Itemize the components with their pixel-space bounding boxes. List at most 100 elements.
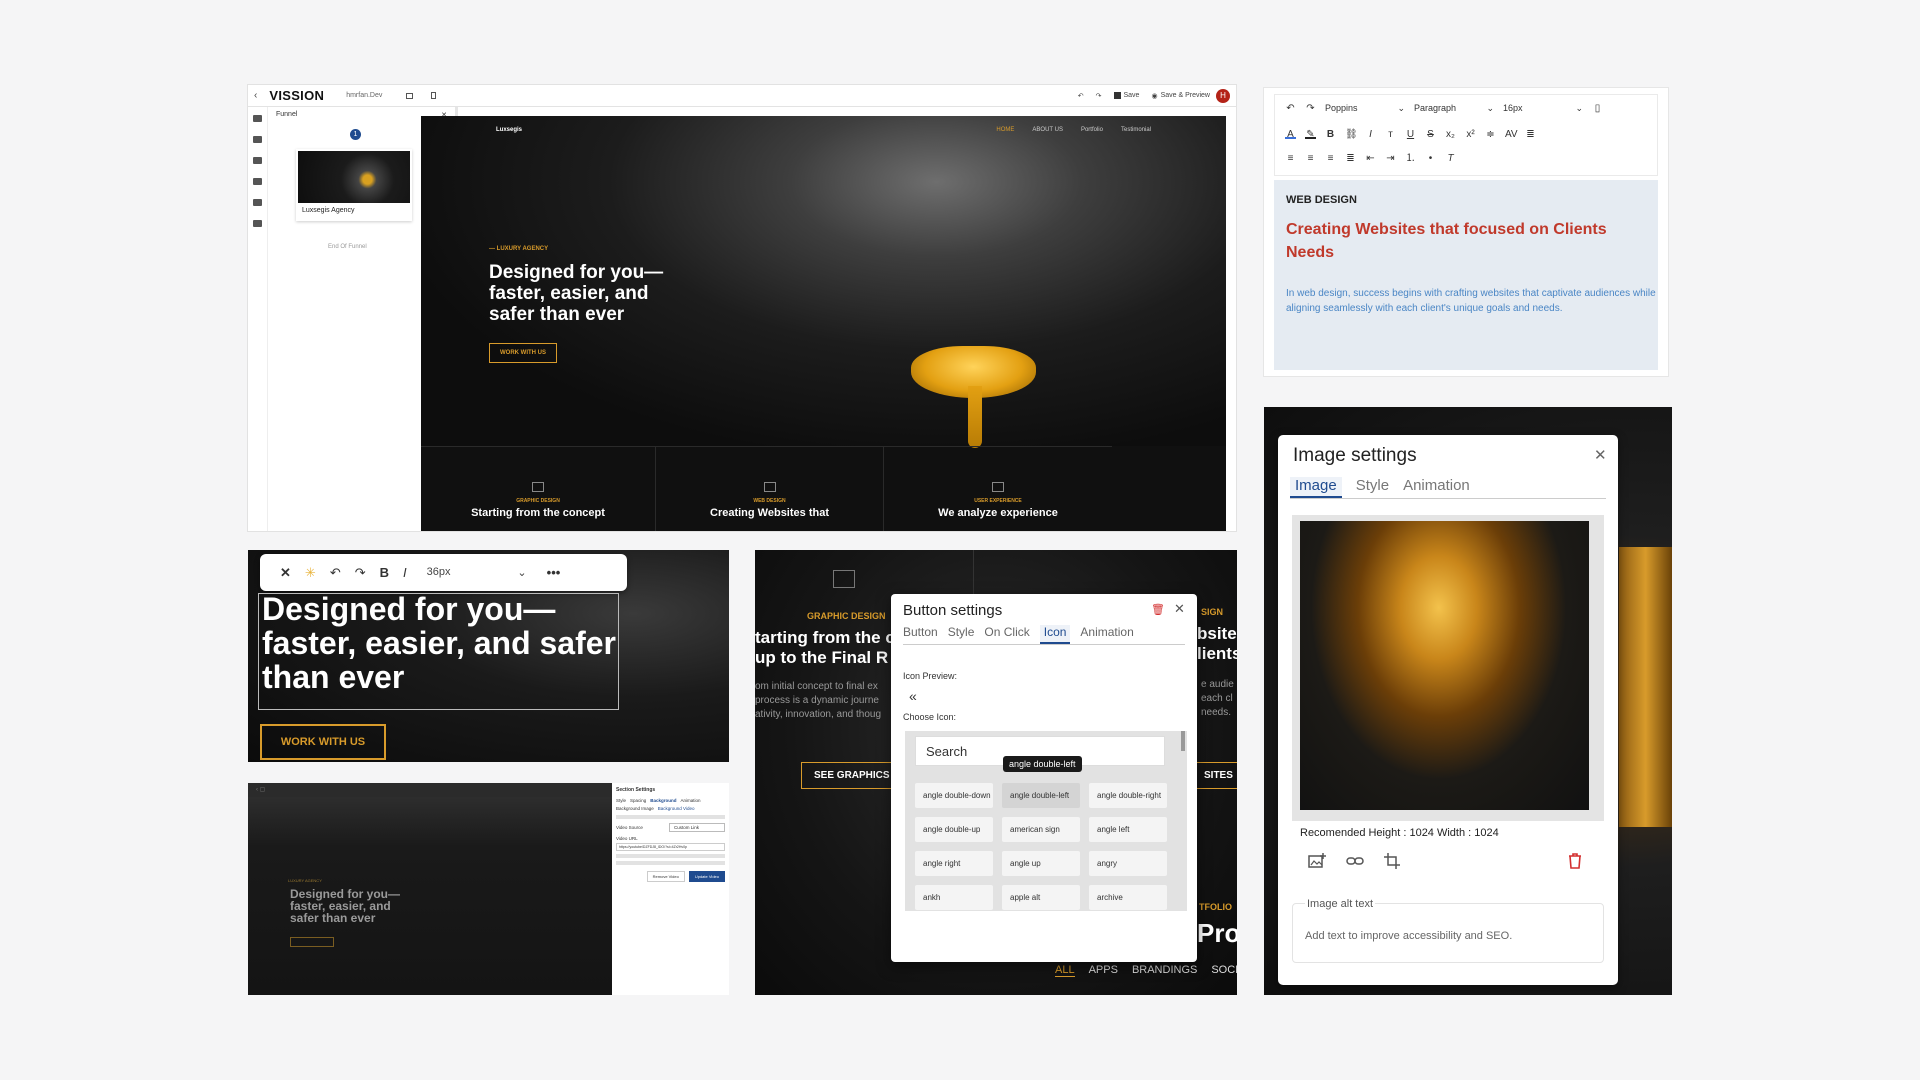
text-color-icon[interactable]: A [1285,129,1296,139]
numbered-list-icon[interactable]: ⒈ [1405,153,1416,163]
superscript-icon[interactable]: x² [1465,129,1476,139]
tab-animation[interactable]: Animation [681,798,701,803]
icon-option[interactable]: apple alt [1002,885,1080,910]
link-icon[interactable] [1346,853,1364,869]
desktop-view-icon[interactable] [406,92,414,99]
close-icon[interactable]: ✕ [1174,601,1185,617]
highlight-icon[interactable]: ✎ [1305,129,1316,139]
outdent-icon[interactable]: ⇤ [1365,153,1376,163]
icon-option[interactable]: american sign [1002,817,1080,842]
indent-icon[interactable]: ⇥ [1385,153,1396,163]
tab-on-click[interactable]: On Click [984,625,1029,644]
link-icon[interactable]: ⛓ [1345,129,1358,139]
redo-icon[interactable]: ↷ [1305,103,1316,113]
close-icon[interactable]: ✕ [1594,446,1607,464]
icon-option[interactable]: archive [1089,885,1167,910]
ai-sparkle-icon[interactable]: ✳ [305,565,316,581]
tab-image[interactable]: Image [1290,477,1342,498]
trash-icon[interactable]: 🗑 [1151,603,1165,616]
icon-option[interactable]: angle double-up [915,817,993,842]
redo-icon[interactable]: ↷ [1096,92,1102,100]
tab-style[interactable]: Style [948,625,975,644]
tab-animation[interactable]: Animation [1403,477,1470,498]
filter-brandings[interactable]: BRANDINGS [1132,964,1197,977]
delete-icon[interactable] [1568,853,1582,869]
clear-format-icon[interactable]: T [1445,153,1456,163]
editable-headline[interactable]: Designed for you— faster, easier, and sa… [262,592,622,694]
icon-option-selected[interactable]: angle double-left [1002,783,1080,808]
subtab-background-image[interactable]: Background Image [616,806,654,811]
tab-button[interactable]: Button [903,625,938,644]
scrollbar[interactable] [1181,731,1185,751]
italic-icon[interactable]: I [1365,129,1376,139]
nav-home[interactable]: HOME [996,127,1014,133]
block-type-select[interactable]: Paragraph ⌄ [1414,103,1494,114]
icon-option[interactable]: angle left [1089,817,1167,842]
italic-icon[interactable]: I [403,565,407,580]
icon-option[interactable]: angle double-right [1089,783,1167,808]
video-url-input[interactable]: https://youtube/DZFDJ8_IDO/?si=4Zr2Hv0p [616,843,725,851]
tab-spacing[interactable]: Spacing [630,798,646,803]
tab-style[interactable]: Style [616,798,626,803]
hero-headline[interactable]: Designed for you— faster, easier, and sa… [489,262,689,325]
gold-portrait-image[interactable] [1300,521,1589,810]
icon-option[interactable]: angle right [915,851,993,876]
undo-icon[interactable]: ↶ [330,565,341,581]
filter-apps[interactable]: APPS [1089,964,1118,977]
filter-social[interactable]: SOCIA [1211,964,1237,977]
add-icon[interactable] [253,136,262,143]
text-size-icon[interactable]: ᴛ [1385,129,1396,139]
font-family-select[interactable]: Poppins ⌄ [1325,103,1405,114]
tab-animation[interactable]: Animation [1080,625,1133,644]
save-button[interactable]: Save [1113,92,1139,99]
save-preview-button[interactable]: ◉ Save & Preview [1151,92,1210,100]
funnel-icon[interactable] [253,115,262,122]
font-size-select[interactable]: 36px ⌄ [427,566,527,579]
bold-icon[interactable]: B [380,565,389,580]
bullet-list-icon[interactable]: • [1425,153,1436,163]
video-source-select[interactable]: Custom Link [669,823,725,832]
editor-content[interactable]: WEB DESIGN Creating Websites that focuse… [1274,180,1658,370]
site-canvas[interactable]: Luxsegis HOME ABOUT US Portfolio Testimo… [421,116,1226,531]
update-video-button[interactable]: Update Video [688,871,725,882]
align-center-icon[interactable]: ≡ [1305,153,1316,163]
tab-background[interactable]: Background [650,798,676,803]
strikethrough-icon[interactable]: S [1425,129,1436,139]
alt-text-input[interactable]: Add text to improve accessibility and SE… [1305,930,1512,942]
mobile-preview-icon[interactable]: ▯ [1592,103,1603,113]
content-paragraph[interactable]: In web design, success begins with craft… [1286,286,1656,316]
palette-icon[interactable] [253,199,262,206]
align-right-icon[interactable]: ≡ [1325,153,1336,163]
underline-icon[interactable]: U [1405,129,1416,139]
remove-video-button[interactable]: Remove Video [646,871,685,882]
funnel-page-card[interactable]: Luxsegis Agency [296,149,412,221]
align-left-icon[interactable]: ≡ [1285,153,1296,163]
redo-icon[interactable]: ↷ [355,565,366,581]
replace-image-icon[interactable] [1308,853,1326,869]
websites-button[interactable]: SITES [1195,762,1237,789]
icon-option[interactable]: angry [1089,851,1167,876]
line-height-icon[interactable]: ≑ [1485,129,1496,139]
icon-option[interactable]: angle double-down [915,783,993,808]
filter-all[interactable]: ALL [1055,964,1075,977]
tab-style[interactable]: Style [1356,477,1389,498]
components-icon[interactable] [253,178,262,185]
media-icon[interactable] [253,220,262,227]
back-arrow-icon[interactable]: ‹ [254,90,257,101]
crop-icon[interactable] [1384,853,1400,869]
nav-about[interactable]: ABOUT US [1032,127,1063,133]
avatar[interactable]: H [1216,88,1230,103]
more-format-icon[interactable]: ≣ [1525,129,1536,139]
letter-spacing-icon[interactable]: AV [1505,129,1518,139]
site-brand[interactable]: Luxsegis [496,127,522,133]
see-graphics-button[interactable]: SEE GRAPHICS [801,762,903,789]
alt-text-field[interactable]: Image alt text Add text to improve acces… [1292,898,1604,963]
nav-portfolio[interactable]: Portfolio [1081,127,1103,133]
bold-icon[interactable]: B [1325,129,1336,139]
tab-icon[interactable]: Icon [1039,625,1071,644]
layers-icon[interactable] [253,157,262,164]
nav-testimonial[interactable]: Testimonial [1121,127,1151,133]
content-heading[interactable]: Creating Websites that focused on Client… [1286,218,1656,264]
mobile-view-icon[interactable] [431,92,437,99]
align-justify-icon[interactable]: ≣ [1345,153,1356,163]
